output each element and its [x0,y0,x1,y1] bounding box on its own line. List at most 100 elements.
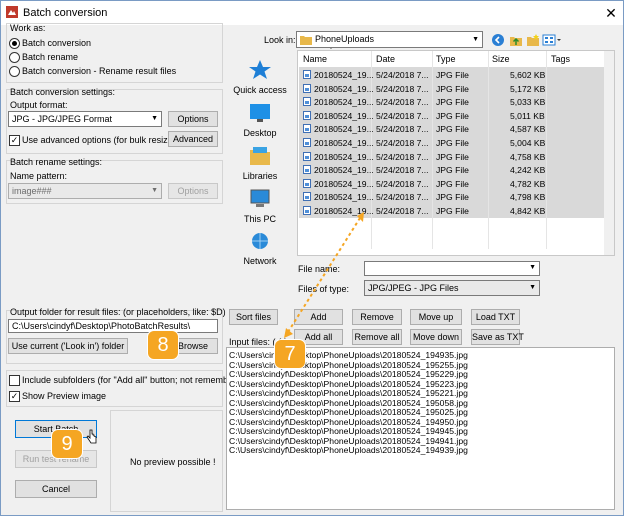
radio-conversion-rename[interactable] [9,66,20,77]
star-icon [249,60,271,79]
file-type-cell: JPG File [436,124,469,135]
file-type-cell: JPG File [436,178,469,189]
file-size-cell: 4,782 KB [510,178,546,189]
place-desktop[interactable]: Desktop [230,103,290,138]
place-quick-access[interactable]: Quick access [230,60,290,95]
move-up-button[interactable]: Move up [410,309,462,325]
file-name-cell: 20180524_19... [314,192,374,203]
advanced-button[interactable]: Advanced [168,131,218,147]
output-format-select[interactable]: JPG - JPG/JPEG Format ▼ [8,111,162,127]
use-current-folder-button[interactable]: Use current ('Look in') folder [8,338,128,354]
image-file-icon [303,97,311,107]
input-file-item[interactable]: C:\Users\cindyf\Desktop\PhoneUploads\201… [229,388,468,398]
col-header-date[interactable]: Date [376,54,395,64]
input-file-item[interactable]: C:\Users\cindyf\Desktop\PhoneUploads\201… [229,407,468,417]
file-size-cell: 4,798 KB [510,192,546,203]
file-row[interactable]: 20180524_19... 5/24/2018 7... JPG File 5,60… [299,68,604,82]
look-in-select[interactable]: PhoneUploads ▼ [296,31,483,48]
advanced-options-checkbox[interactable]: ✓ [9,135,20,146]
file-name-cell: 20180524_19... [314,151,374,162]
input-file-item[interactable]: C:\Users\cindyf\Desktop\PhoneUploads\201… [229,445,468,455]
back-icon[interactable] [491,33,505,47]
file-size-cell: 5,004 KB [510,138,546,148]
col-header-size[interactable]: Size [492,54,510,64]
col-header-name[interactable]: Name [303,54,327,64]
rename-options-button[interactable]: Options [168,183,218,199]
close-icon[interactable]: ✕ [601,3,621,23]
advanced-options-label: Use advanced options (for bulk resize...… [22,135,186,145]
input-file-item[interactable]: C:\Users\cindyf\Desktop\PhoneUploads\201… [229,379,468,389]
file-date-cell: 5/24/2018 7... [376,165,429,176]
file-row[interactable]: 20180524_19... 5/24/2018 7... JPG File 4,75… [299,150,604,164]
file-row[interactable]: 20180524_19... 5/24/2018 7... JPG File 4,24… [299,163,604,177]
image-file-icon [303,165,311,175]
files-of-type-select[interactable]: JPG/JPEG - JPG Files ▼ [364,280,540,296]
file-type-cell: JPG File [436,165,469,176]
radio-batch-rename[interactable] [9,52,20,63]
radio-batch-conversion[interactable] [9,38,20,49]
file-size-cell: 5,602 KB [510,70,546,80]
chevron-down-icon: ▼ [529,264,536,271]
include-subfolders-label: Include subfolders (for "Add all" button… [22,375,250,385]
folder-icon [300,36,312,45]
input-file-item[interactable]: C:\Users\cindyf\Desktop\PhoneUploads\201… [229,398,468,408]
file-date-cell: 5/24/2018 7... [376,138,429,148]
input-file-item[interactable]: C:\Users\cindyf\Desktop\PhoneUploads\201… [229,350,468,360]
file-row[interactable]: 20180524_19... 5/24/2018 7... JPG File 5,17… [299,82,604,96]
file-name-cell: 20180524_19... [314,70,374,80]
col-header-type[interactable]: Type [436,54,456,64]
output-folder-label: Output folder for result files: (or plac… [10,307,226,317]
cancel-button[interactable]: Cancel [15,480,97,498]
file-name-field[interactable]: ▼ [364,261,540,276]
callout-badge-7: 7 [275,340,305,368]
image-file-icon [303,70,311,79]
callout-badge-9: 9 [52,430,82,458]
input-file-item[interactable]: C:\Users\cindyf\Desktop\PhoneUploads\201… [229,436,468,446]
chevron-down-icon: ▼ [472,36,479,43]
move-down-button[interactable]: Move down [410,329,462,345]
file-row[interactable]: 20180524_19... 5/24/2018 7... JPG File 4,58… [299,122,604,136]
col-header-tags[interactable]: Tags [551,54,570,64]
input-file-item[interactable]: C:\Users\cindyf\Desktop\PhoneUploads\201… [229,426,468,436]
sort-files-button[interactable]: Sort files [229,309,278,325]
image-file-icon [303,151,311,161]
file-row[interactable]: 20180524_19... 5/24/2018 7... JPG File 5,01… [299,109,604,123]
input-file-item[interactable]: C:\Users\cindyf\Desktop\PhoneUploads\201… [229,369,468,379]
input-file-item[interactable]: C:\Users\cindyf\Desktop\PhoneUploads\201… [229,417,468,427]
file-row[interactable]: 20180524_19... 5/24/2018 7... JPG File 5,00… [299,136,604,150]
file-type-cell: JPG File [436,70,469,80]
image-file-icon [303,192,311,202]
conversion-options-button[interactable]: Options [168,111,218,127]
file-row[interactable]: 20180524_19... 5/24/2018 7... JPG File 5,03… [299,95,604,109]
save-as-txt-button[interactable]: Save as TXT [471,329,524,345]
file-size-cell: 4,758 KB [510,151,546,162]
rename-settings-label: Batch rename settings: [10,157,103,167]
radio-label-conversion-rename: Batch conversion - Rename result files [22,66,177,76]
file-name-cell: 20180524_19... [314,124,374,135]
image-file-icon [303,124,311,134]
output-folder-field[interactable]: C:\Users\cindyf\Desktop\PhotoBatchResult… [8,319,218,333]
file-name-cell: 20180524_19... [314,178,374,189]
file-list-scrollbar[interactable] [604,51,614,255]
file-row[interactable]: 20180524_19... 5/24/2018 7... JPG File 4,78… [299,177,604,191]
input-file-item[interactable]: C:\Users\cindyf\Desktop\PhoneUploads\201… [229,360,468,370]
show-preview-checkbox[interactable]: ✓ [9,391,20,402]
load-txt-button[interactable]: Load TXT [471,309,520,325]
place-libraries[interactable]: Libraries [230,146,290,181]
new-folder-icon[interactable] [526,33,540,47]
image-file-icon [303,110,311,120]
file-date-cell: 5/24/2018 7... [376,110,429,121]
file-row[interactable]: 20180524_19... 5/24/2018 7... JPG File 4,79… [299,190,604,204]
include-subfolders-checkbox[interactable] [9,375,20,386]
view-menu-icon[interactable] [542,33,562,47]
conversion-settings-label: Batch conversion settings: [10,87,116,97]
file-size-cell: 4,242 KB [510,165,546,176]
name-pattern-select[interactable]: image### ▼ [8,183,162,199]
file-type-cell: JPG File [436,192,469,203]
file-date-cell: 5/24/2018 7... [376,151,429,162]
file-date-cell: 5/24/2018 7... [376,97,429,108]
computer-icon [250,189,270,207]
up-folder-icon[interactable] [509,33,523,47]
output-format-value: JPG - JPG/JPEG Format [12,114,113,124]
file-name-cell: 20180524_19... [314,110,374,121]
